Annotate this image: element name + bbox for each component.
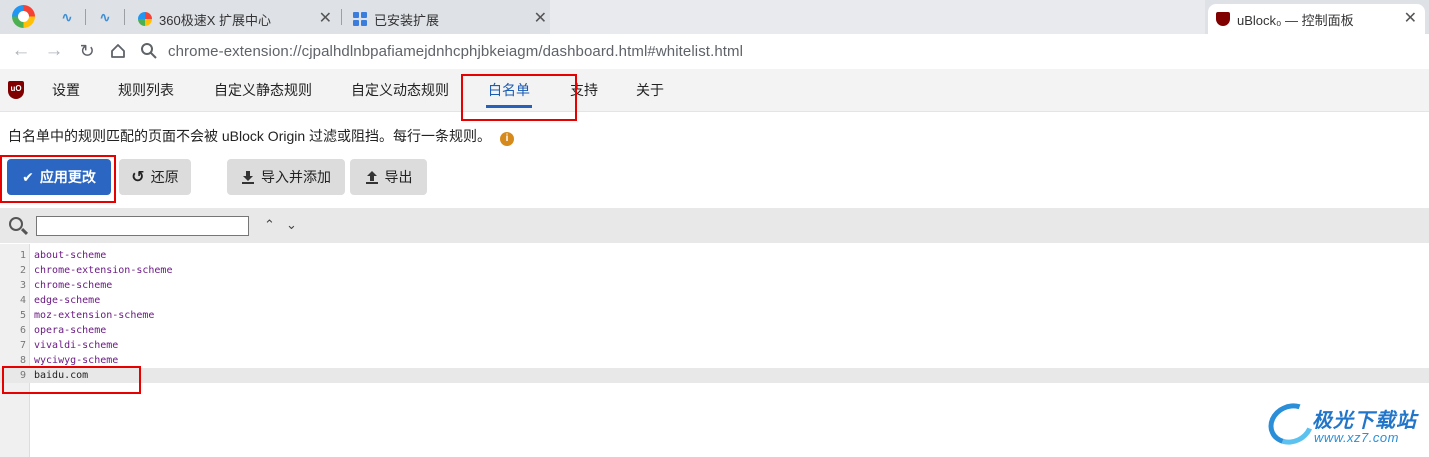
tab-filter-lists[interactable]: 规则列表	[118, 69, 174, 111]
pinned-tab-icon[interactable]: ∿	[58, 8, 76, 26]
whitelist-rule[interactable]: chrome-extension-scheme	[34, 263, 172, 278]
editor-line[interactable]: 4 edge-scheme	[0, 293, 1429, 308]
tab-title: 360极速X 扩展中心	[159, 12, 271, 28]
tab-settings[interactable]: 设置	[52, 69, 80, 111]
editor-line[interactable]: 3 chrome-scheme	[0, 278, 1429, 293]
ublock-logo: uO	[8, 81, 24, 99]
whitelist-description: 白名单中的规则匹配的页面不会被 uBlock Origin 过滤或阻挡。每行一条…	[8, 126, 515, 146]
close-tab-icon[interactable]: ✕	[319, 11, 332, 27]
tab-installed-extensions[interactable]: 已安装扩展 ✕	[345, 4, 555, 34]
watermark-url: www.xz7.com	[1314, 430, 1399, 445]
url-text: chrome-extension://cjpalhdlnbpafiamejdnh…	[168, 42, 744, 60]
browser-toolbar: ← → ↻ chrome-extension://cjpalhdlnbpafia…	[0, 34, 1429, 68]
blurred-area	[550, 0, 1205, 34]
360-browser-icon	[138, 12, 152, 26]
line-number: 2	[19, 265, 26, 276]
line-number: 4	[19, 295, 26, 306]
undo-icon: ↺	[131, 169, 145, 186]
tab-separator	[341, 9, 342, 25]
editor-line[interactable]: 8 wyciwyg-scheme	[0, 353, 1429, 368]
whitelist-rule[interactable]: opera-scheme	[34, 323, 106, 338]
line-number: 7	[19, 340, 26, 351]
description-text: 白名单中的规则匹配的页面不会被 uBlock Origin 过滤或阻挡。每行一条…	[8, 128, 492, 144]
tab-extension-center[interactable]: 360极速X 扩展中心 ✕	[130, 4, 340, 34]
watermark: 极光下载站 www.xz7.com	[1261, 396, 1423, 452]
tab-title: 已安装扩展	[374, 12, 440, 28]
export-label: 导出	[384, 169, 413, 185]
home-icon	[111, 44, 125, 58]
import-button[interactable]: 导入并添加	[227, 159, 345, 195]
import-label: 导入并添加	[261, 169, 331, 185]
search-icon	[9, 217, 23, 231]
editor-line[interactable]: 6 opera-scheme	[0, 323, 1429, 338]
search-icon	[141, 43, 157, 59]
editor-line[interactable]: 9 baidu.com	[0, 368, 1429, 383]
tab-title: uBlock₀ — 控制面板	[1237, 12, 1354, 28]
editor-line[interactable]: 1 about-scheme	[0, 248, 1429, 263]
watermark-title: 极光下载站	[1312, 410, 1417, 432]
back-arrow-icon[interactable]: ←	[10, 40, 32, 62]
tab-ublock-dashboard[interactable]: uBlock₀ — 控制面板 ✕	[1208, 4, 1425, 34]
upload-icon	[365, 171, 378, 184]
editor-line[interactable]: 7 vivaldi-scheme	[0, 338, 1429, 353]
export-button[interactable]: 导出	[350, 159, 427, 195]
whitelist-rule[interactable]: about-scheme	[34, 248, 106, 263]
whitelist-rule[interactable]: wyciwyg-scheme	[34, 353, 118, 368]
browser-tab-strip: ∿ ∿ 360极速X 扩展中心 ✕ 已安装扩展 ✕ uBlock₀ — 控制面板…	[0, 0, 1429, 34]
dashboard-nav: uO 设置 规则列表 自定义静态规则 自定义动态规则 白名单 支持 关于	[0, 69, 1429, 112]
download-icon	[242, 171, 254, 184]
whitelist-rule[interactable]: baidu.com	[34, 368, 88, 383]
line-number: 9	[19, 370, 26, 381]
line-number: 3	[19, 280, 26, 291]
close-tab-icon[interactable]: ✕	[1404, 11, 1417, 27]
browser-logo-icon[interactable]	[12, 5, 35, 28]
extensions-icon	[353, 12, 367, 26]
revert-button[interactable]: ↺ 还原	[119, 159, 191, 195]
revert-label: 还原	[150, 169, 179, 185]
tab-support[interactable]: 支持	[570, 69, 598, 111]
editor-find-bar: ⌃ ⌄	[0, 208, 1429, 243]
tab-my-rules[interactable]: 自定义动态规则	[351, 69, 449, 111]
tab-whitelist[interactable]: 白名单	[486, 69, 532, 111]
tab-separator	[85, 9, 86, 25]
tab-about[interactable]: 关于	[636, 69, 664, 111]
checkmark-icon: ✔	[22, 168, 34, 185]
forward-arrow-icon[interactable]: →	[43, 40, 65, 62]
tab-separator	[124, 9, 125, 25]
line-number: 1	[19, 250, 26, 261]
search-input[interactable]	[36, 216, 249, 236]
editor-line[interactable]: 5 moz-extension-scheme	[0, 308, 1429, 323]
find-next-icon[interactable]: ⌄	[286, 217, 297, 233]
line-number: 6	[19, 325, 26, 336]
apply-changes-button[interactable]: ✔ 应用更改	[7, 159, 111, 195]
whitelist-rule[interactable]: vivaldi-scheme	[34, 338, 118, 353]
info-icon[interactable]: i	[500, 132, 515, 146]
close-tab-icon[interactable]: ✕	[534, 11, 547, 27]
home-button[interactable]	[107, 40, 129, 62]
whitelist-rule[interactable]: edge-scheme	[34, 293, 100, 308]
apply-label: 应用更改	[39, 169, 96, 185]
find-previous-icon[interactable]: ⌃	[264, 217, 275, 233]
tab-my-filters[interactable]: 自定义静态规则	[214, 69, 312, 111]
editor-line[interactable]: 2 chrome-extension-scheme	[0, 263, 1429, 278]
line-number: 5	[19, 310, 26, 321]
whitelist-rule[interactable]: chrome-scheme	[34, 278, 112, 293]
reload-icon[interactable]: ↻	[76, 40, 98, 62]
ublock-shield-icon	[1216, 12, 1230, 26]
whitelist-rule[interactable]: moz-extension-scheme	[34, 308, 154, 323]
address-bar[interactable]: chrome-extension://cjpalhdlnbpafiamejdnh…	[140, 37, 1429, 65]
pinned-tab-icon[interactable]: ∿	[96, 8, 114, 26]
line-number: 8	[19, 355, 26, 366]
